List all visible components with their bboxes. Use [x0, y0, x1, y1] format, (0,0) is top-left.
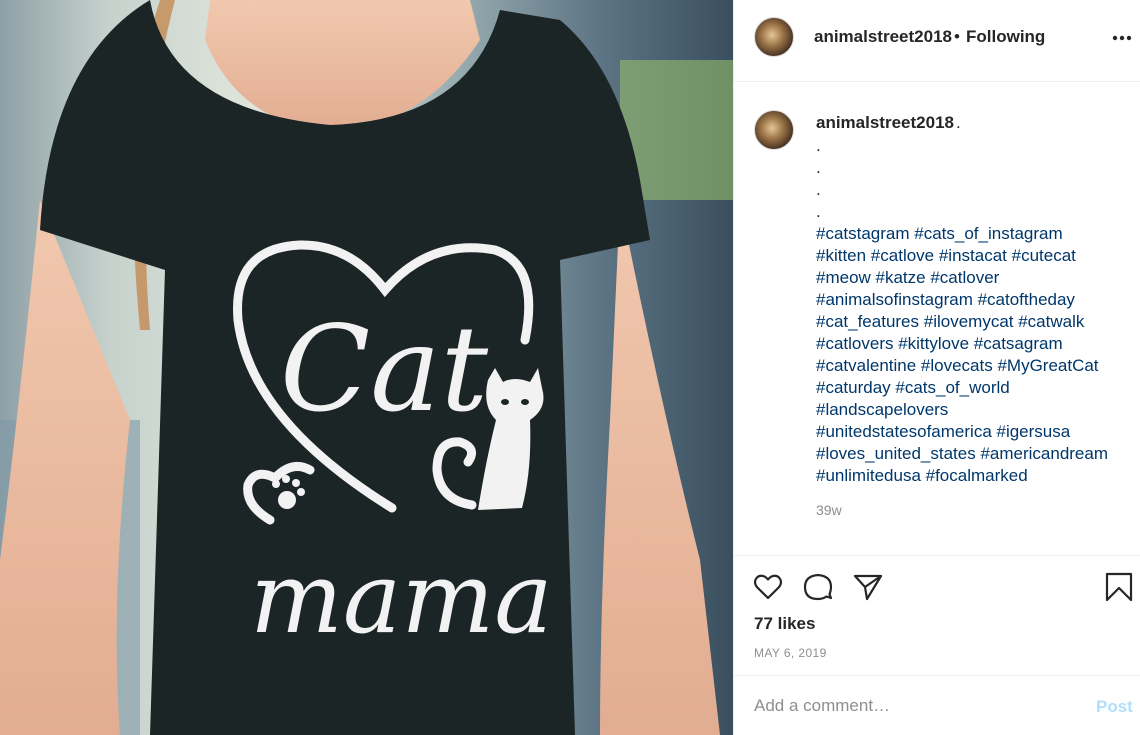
hashtag-line[interactable]: #kitten #catlove #instacat #cutecat — [816, 245, 1136, 267]
post-side-panel: animalstreet2018 • Following animalstree… — [733, 0, 1140, 735]
post-photo[interactable]: Cat mama — [0, 0, 733, 735]
caption-avatar[interactable] — [754, 110, 794, 150]
comment-input[interactable] — [754, 692, 1074, 720]
following-button[interactable]: Following — [966, 27, 1045, 47]
post-image: Cat mama — [0, 0, 733, 735]
likes-count[interactable]: 77 likes — [754, 614, 815, 634]
post-comment-button[interactable]: Post — [1096, 697, 1133, 717]
hashtag-line[interactable]: #cat_features #ilovemycat #catwalk — [816, 311, 1136, 333]
post-actions: 77 likes MAY 6, 2019 — [734, 556, 1140, 676]
caption-text: . . . . — [816, 136, 821, 221]
hashtag-line[interactable]: #unlimitedusa #focalmarked — [816, 465, 1136, 487]
comment-box: Post — [734, 676, 1140, 735]
shirt-text-cat: Cat — [280, 300, 489, 438]
hashtag-line[interactable]: #catvalentine #lovecats #MyGreatCat — [816, 355, 1136, 377]
bookmark-icon[interactable] — [1103, 571, 1135, 603]
hashtag-line[interactable]: #catstagram #cats_of_instagram — [816, 223, 1136, 245]
caption-time[interactable]: 39w — [816, 502, 842, 518]
header-separator: • — [954, 27, 960, 46]
hashtag-line[interactable]: #unitedstatesofamerica #igersusa — [816, 421, 1136, 443]
avatar[interactable] — [754, 17, 794, 57]
header-username[interactable]: animalstreet2018 — [814, 27, 952, 47]
caption-username-suffix: . — [956, 113, 961, 132]
hashtag-line[interactable]: #caturday #cats_of_world — [816, 377, 1136, 399]
caption-username[interactable]: animalstreet2018 — [816, 113, 954, 133]
post-header: animalstreet2018 • Following — [734, 0, 1140, 82]
hashtag-line[interactable]: #animalsofinstagram #catoftheday — [816, 289, 1136, 311]
share-icon[interactable] — [852, 571, 884, 603]
hashtag-line[interactable]: #catlovers #kittylove #catsagram — [816, 333, 1136, 355]
hashtag-line[interactable]: #loves_united_states #americandream — [816, 443, 1136, 465]
comment-icon[interactable] — [802, 571, 834, 603]
shirt-text-mama: mama — [250, 542, 553, 656]
hashtag-line[interactable]: #meow #katze #catlover — [816, 267, 1136, 289]
more-dots-icon[interactable] — [1111, 30, 1133, 46]
caption-hashtags: #catstagram #cats_of_instagram #kitten #… — [816, 223, 1136, 487]
heart-icon[interactable] — [752, 571, 784, 603]
hashtag-line[interactable]: #landscapelovers — [816, 399, 1136, 421]
post-caption: animalstreet2018 . . . . . #catstagram #… — [734, 82, 1140, 556]
post-date[interactable]: MAY 6, 2019 — [754, 646, 827, 660]
